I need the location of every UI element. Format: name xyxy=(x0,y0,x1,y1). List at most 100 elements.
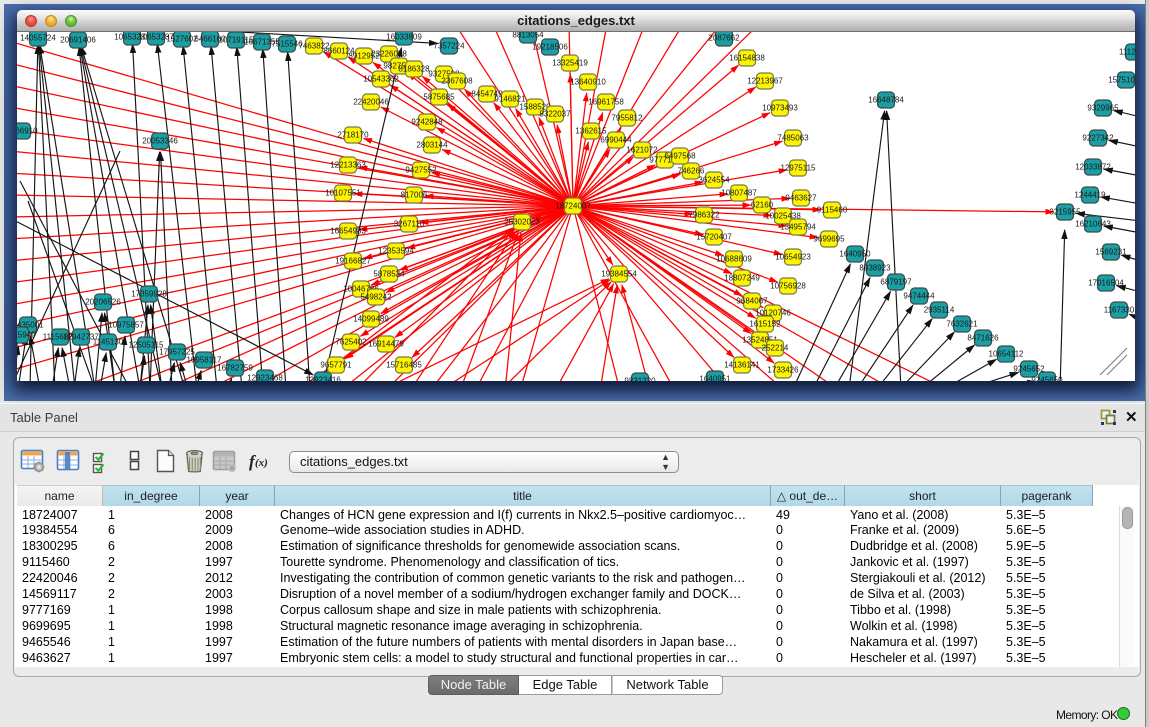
svg-text:7357224: 7357224 xyxy=(433,42,465,51)
svg-text:3624554: 3624554 xyxy=(698,176,730,185)
svg-text:19218506: 19218506 xyxy=(532,43,568,52)
svg-text:7632621: 7632621 xyxy=(946,320,978,329)
svg-text:2087662: 2087662 xyxy=(708,34,740,43)
svg-text:10756928: 10756928 xyxy=(770,282,806,291)
svg-text:10807487: 10807487 xyxy=(721,189,757,198)
svg-text:5878534: 5878534 xyxy=(373,270,405,279)
svg-text:817006: 817006 xyxy=(401,191,428,200)
svg-text:9427552: 9427552 xyxy=(405,166,437,175)
svg-text:252214: 252214 xyxy=(762,344,789,353)
svg-text:14136141: 14136141 xyxy=(724,361,760,370)
svg-text:14055724: 14055724 xyxy=(20,34,56,43)
svg-text:3915949: 3915949 xyxy=(17,331,36,340)
svg-text:13495794: 13495794 xyxy=(780,223,816,232)
svg-text:12213363: 12213363 xyxy=(330,161,366,170)
svg-text:9245650: 9245650 xyxy=(1031,376,1063,381)
svg-text:7986322: 7986322 xyxy=(688,211,720,220)
svg-text:1167330: 1167330 xyxy=(1104,306,1135,315)
svg-text:10654923: 10654923 xyxy=(775,253,811,262)
svg-text:9474444: 9474444 xyxy=(903,292,935,301)
svg-text:16654983: 16654983 xyxy=(330,227,366,236)
svg-text:20206526: 20206526 xyxy=(85,298,121,307)
svg-text:13640910: 13640910 xyxy=(570,78,606,87)
svg-text:1112033: 1112033 xyxy=(1119,48,1135,57)
svg-text:1733426: 1733426 xyxy=(767,366,799,375)
svg-text:10975857: 10975857 xyxy=(108,321,144,330)
svg-text:12923468: 12923468 xyxy=(247,374,283,381)
svg-text:10688609: 10688609 xyxy=(716,255,752,264)
svg-text:9242848: 9242848 xyxy=(411,118,443,127)
svg-text:9463627: 9463627 xyxy=(785,194,817,203)
svg-text:15720407: 15720407 xyxy=(696,233,732,242)
svg-text:6990444: 6990444 xyxy=(600,136,632,145)
svg-text:1362615: 1362615 xyxy=(575,127,607,136)
svg-text:1145130: 1145130 xyxy=(93,338,124,347)
svg-text:1569231: 1569231 xyxy=(1095,248,1127,257)
svg-text:5875685: 5875685 xyxy=(423,93,455,102)
svg-text:8813054: 8813054 xyxy=(512,32,544,40)
svg-text:22420046: 22420046 xyxy=(353,98,389,107)
svg-text:6879197: 6879197 xyxy=(880,278,912,287)
svg-text:1640950: 1640950 xyxy=(839,250,871,259)
svg-text:15716485: 15716485 xyxy=(386,361,422,370)
svg-text:2718170: 2718170 xyxy=(337,131,369,140)
svg-text:8322037: 8322037 xyxy=(539,110,571,119)
svg-text:9684067: 9684067 xyxy=(736,297,768,306)
svg-text:1244419: 1244419 xyxy=(1074,191,1106,200)
svg-text:10543362: 10543362 xyxy=(363,75,399,84)
svg-text:9699695: 9699695 xyxy=(813,235,845,244)
svg-text:12033872: 12033872 xyxy=(1075,163,1111,172)
svg-text:9227342: 9227342 xyxy=(1082,134,1114,143)
svg-text:16782759: 16782759 xyxy=(217,364,253,373)
svg-text:20053346: 20053346 xyxy=(142,137,178,146)
svg-text:10973493: 10973493 xyxy=(762,104,798,113)
svg-text:15751074: 15751074 xyxy=(1108,76,1135,85)
svg-text:1640951: 1640951 xyxy=(699,375,731,381)
svg-text:7955812: 7955812 xyxy=(611,114,643,123)
svg-text:9831220: 9831220 xyxy=(624,377,656,381)
svg-text:19384554: 19384554 xyxy=(601,270,637,279)
svg-text:1527602: 1527602 xyxy=(166,35,198,44)
svg-text:17016504: 17016504 xyxy=(1088,279,1124,288)
svg-text:8186328: 8186328 xyxy=(398,65,430,74)
svg-text:12975115: 12975115 xyxy=(781,164,817,173)
svg-text:3215955: 3215955 xyxy=(1049,208,1081,217)
svg-text:8471626: 8471626 xyxy=(967,334,999,343)
svg-text:1621072: 1621072 xyxy=(626,146,658,155)
svg-text:10654112: 10654112 xyxy=(989,350,1025,359)
svg-text:12353594: 12353594 xyxy=(378,247,414,256)
svg-text:9329965: 9329965 xyxy=(1087,104,1119,113)
svg-text:7625402: 7625402 xyxy=(335,338,367,347)
svg-text:3267110: 3267110 xyxy=(394,220,425,229)
svg-text:1615152: 1615152 xyxy=(749,320,781,329)
svg-text:62160: 62160 xyxy=(751,201,774,210)
svg-text:17359928: 17359928 xyxy=(131,290,167,299)
svg-text:8938923: 8938923 xyxy=(859,264,891,273)
svg-text:18807249: 18807249 xyxy=(724,274,760,283)
svg-text:5498242: 5498242 xyxy=(360,293,392,302)
svg-text:16210643: 16210643 xyxy=(1075,220,1111,229)
svg-text:9657791: 9657791 xyxy=(320,361,352,370)
svg-text:20691406: 20691406 xyxy=(60,36,96,45)
svg-text:18724007: 18724007 xyxy=(555,202,591,211)
svg-text:2166910: 2166910 xyxy=(17,127,38,136)
svg-text:14099489: 14099489 xyxy=(353,315,389,324)
svg-text:12923416: 12923416 xyxy=(305,376,341,381)
svg-text:25302023: 25302023 xyxy=(504,218,540,227)
svg-text:13325419: 13325419 xyxy=(552,59,588,68)
svg-text:12213967: 12213967 xyxy=(747,77,783,86)
svg-text:16033809: 16033809 xyxy=(386,33,422,42)
svg-text:19166827: 19166827 xyxy=(335,257,371,266)
svg-text:(x): (x) xyxy=(255,457,268,469)
svg-text:2367608: 2367608 xyxy=(441,77,473,86)
svg-text:16914479: 16914479 xyxy=(368,340,404,349)
svg-text:9115460: 9115460 xyxy=(817,206,848,215)
svg-text:2803144: 2803144 xyxy=(416,141,448,150)
svg-text:23226058: 23226058 xyxy=(371,50,407,59)
svg-text:10107551: 10107551 xyxy=(325,189,361,198)
svg-text:2935114: 2935114 xyxy=(924,306,955,315)
svg-text:746266: 746266 xyxy=(678,167,705,176)
svg-text:16961758: 16961758 xyxy=(588,98,624,107)
svg-text:16154838: 16154838 xyxy=(729,54,765,63)
svg-text:6497568: 6497568 xyxy=(664,152,696,161)
